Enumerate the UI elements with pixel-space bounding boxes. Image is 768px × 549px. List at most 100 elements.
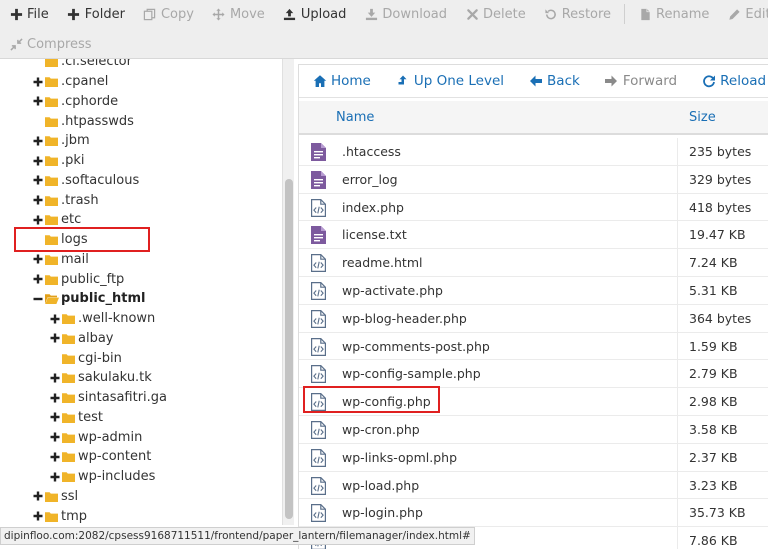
nav-button-label: Reload [720,73,767,89]
expand-plus-icon[interactable] [50,373,60,383]
tree-folder-sakulaku-tk[interactable]: sakulaku.tk [50,368,152,388]
column-header-name[interactable]: Name [336,101,374,135]
nav-button-label: Up One Level [413,73,505,89]
tree-folder-ssl[interactable]: ssl [33,487,78,507]
toolbar-file-button[interactable]: File [0,0,58,28]
file-size: 235 bytes [689,144,752,159]
file-row[interactable]: license.txt 19.47 KB [299,221,768,250]
code-file-icon [311,504,326,523]
file-row[interactable]: wp-blog-header.php 364 bytes [299,304,768,333]
tree-folder-wp-admin[interactable]: wp-admin [50,427,142,447]
file-row[interactable]: .htaccess 235 bytes [299,138,768,166]
expand-plus-icon[interactable] [50,412,60,422]
tree-folder-label: tmp [61,508,88,524]
toolbar-download-button[interactable]: Download [355,0,456,28]
tree-folder-dot-pki[interactable]: .pki [33,151,85,171]
expand-plus-icon[interactable] [33,195,43,205]
tree-scrollbar-thumb[interactable] [285,179,293,519]
nav-forward-button[interactable]: Forward [591,73,688,89]
file-row[interactable]: index.php 418 bytes [299,193,768,222]
file-row[interactable]: wp-login.php 35.73 KB [299,499,768,528]
tree-folder-dot-trash[interactable]: .trash [33,190,99,210]
expand-plus-icon[interactable] [50,472,60,482]
tree-folder-albay[interactable]: albay [50,329,114,349]
download-icon [364,7,378,21]
expand-plus-icon[interactable] [50,314,60,324]
collapse-minus-icon[interactable] [33,294,43,304]
folder-icon [45,116,58,127]
file-name: wp-links-opml.php [342,449,458,465]
toolbar-move-button[interactable]: Move [203,0,274,28]
file-row[interactable]: wp-activate.php 5.31 KB [299,277,768,305]
file-row[interactable]: wp-cron.php 3.58 KB [299,416,768,444]
expand-plus-icon[interactable] [33,491,43,501]
expand-plus-icon[interactable] [50,393,60,403]
file-size: 19.47 KB [689,227,746,243]
tree-scrollbar[interactable] [282,59,294,525]
expand-plus-icon[interactable] [33,511,43,521]
tree-folder-dot-htpasswds[interactable]: .htpasswds [33,111,134,131]
expand-plus-icon[interactable] [33,274,43,284]
tree-folder-dot-well-known[interactable]: .well-known [50,309,155,329]
tree-folder-dot-cphorde[interactable]: .cphorde [33,92,118,112]
tree-folder-dot-softaculous[interactable]: .softaculous [33,171,139,191]
nav-reload-button[interactable]: Reload [688,73,768,89]
folder-icon [62,471,75,483]
file-row[interactable]: wp-config-sample.php 2.79 KB [299,360,768,389]
tree-folder-tmp[interactable]: tmp [33,506,87,525]
file-row[interactable]: readme.html 7.24 KB [299,249,768,277]
toolbar-edit-button[interactable]: Edit [718,0,768,28]
expand-plus-icon[interactable] [33,215,43,225]
tree-folder-dot-cl-selector[interactable]: .cl.selector [33,59,132,72]
expand-plus-icon[interactable] [33,254,43,264]
toolbar-copy-button[interactable]: Copy [134,0,203,28]
column-divider [677,443,678,472]
column-divider [677,527,678,549]
file-name: license.txt [342,227,407,243]
file-row[interactable]: wp-load.php 3.23 KB [299,471,768,500]
expand-plus-icon[interactable] [33,156,43,166]
expand-plus-icon[interactable] [33,175,43,185]
nav-up-one-level-button[interactable]: Up One Level [382,73,515,89]
file-size: 5.31 KB [689,283,738,298]
browser-status-url: dipinfloo.com:2082/cpsess9168711511/fron… [0,527,475,545]
tree-folder-public-ftp[interactable]: public_ftp [33,269,124,289]
toolbar-rename-button[interactable]: Rename [629,0,718,28]
tree-folder-dot-jbm[interactable]: .jbm [33,131,90,151]
expand-plus-icon[interactable] [33,136,43,146]
toolbar-compress-button[interactable]: Compress [0,30,101,58]
folder-icon [45,274,58,285]
nav-back-button[interactable]: Back [515,73,591,89]
file-row[interactable]: error_log 329 bytes [299,165,768,194]
file-row[interactable]: wp-links-opml.php 2.37 KB [299,443,768,472]
code-file-icon [311,309,326,328]
expand-plus-icon[interactable] [33,77,43,87]
tree-folder-test[interactable]: test [50,408,103,428]
expand-plus-icon[interactable] [50,452,60,462]
expand-plus-icon[interactable] [33,96,43,106]
column-header-size[interactable]: Size [689,101,716,135]
nav-home-button[interactable]: Home [299,73,382,89]
toolbar-restore-button[interactable]: Restore [535,0,620,28]
tree-folder-dot-cpanel[interactable]: .cpanel [33,72,108,92]
expand-plus-icon[interactable] [50,432,60,442]
move-icon [212,7,226,21]
file-row[interactable]: wp-comments-post.php 1.59 KB [299,332,768,361]
toolbar-upload-button[interactable]: Upload [274,0,356,28]
tree-folder-wp-includes[interactable]: wp-includes [50,467,155,487]
tree-folder-mail[interactable]: mail [33,250,89,270]
tree-folder-cgi-bin[interactable]: cgi-bin [50,348,122,368]
file-size: 418 bytes [689,199,752,215]
toolbar-delete-button[interactable]: Delete [456,0,535,28]
tree-folder-label: test [78,409,103,425]
tree-folder-sintasafitri-ga[interactable]: sintasafitri.ga [50,388,167,408]
folder-icon [62,313,75,325]
nav-button-label: Forward [622,73,678,89]
tree-folder-wp-content[interactable]: wp-content [50,447,151,467]
file-name: error_log [342,171,398,187]
tree-folder-public-html[interactable]: public_html [33,289,145,309]
expand-plus-icon[interactable] [50,333,60,343]
nav-button-label: Home [331,73,371,89]
file-size: 329 bytes [689,171,752,187]
toolbar-folder-button[interactable]: Folder [58,0,134,28]
